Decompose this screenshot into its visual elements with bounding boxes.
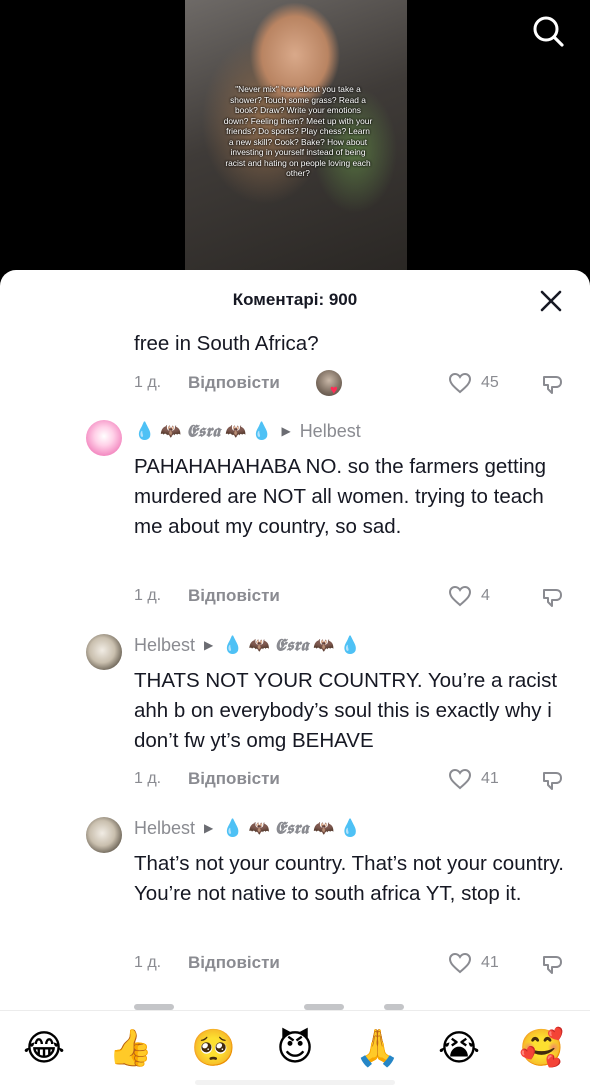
emoji-quick-reply-bar: 😂 👍 🥺 😈 🙏 😭 🥰	[0, 1010, 590, 1091]
creator-liked-avatar	[316, 370, 342, 396]
comment-author-row[interactable]: Helbest ▶ 💧 🦇 𝕰𝖘𝖗𝖆 🦇 💧	[134, 817, 361, 843]
comment-meta: 1 д. Відповісти 4	[134, 583, 574, 611]
avatar[interactable]	[86, 634, 122, 670]
comment-meta: 1 д. Відповісти 41	[134, 766, 574, 794]
comment-text: PAHAHAHAHABA NO. so the farmers getting …	[134, 455, 547, 538]
video-thumbnail[interactable]: "Never mix" how about you take a shower?…	[185, 0, 407, 272]
loudly-crying-emoji-button[interactable]: 😭	[437, 1027, 481, 1071]
comment-time: 1 д.	[134, 587, 162, 604]
comment-author[interactable]: Helbest	[134, 635, 195, 655]
comment-time: 1 д.	[134, 374, 162, 391]
reply-button[interactable]: Відповісти	[188, 769, 280, 789]
comments-header: Коментарі: 900	[0, 288, 590, 314]
heart-icon: ♥	[330, 382, 338, 397]
blood-drop-icon: 💧	[339, 635, 361, 655]
video-caption-overlay: "Never mix" how about you take a shower?…	[223, 84, 373, 178]
avatar[interactable]	[86, 817, 122, 853]
like-count: 41	[481, 954, 499, 971]
bat-icon: 🦇	[313, 635, 335, 655]
pleading-face-emoji-button[interactable]: 🥺	[191, 1027, 236, 1071]
like-count: 45	[481, 374, 499, 391]
like-heart-icon[interactable]	[447, 766, 473, 792]
smiling-devil-emoji-button[interactable]: 😈	[273, 1027, 317, 1071]
bat-icon: 🦇	[225, 421, 247, 441]
bat-icon: 🦇	[248, 818, 270, 838]
blood-drop-icon: 💧	[222, 635, 244, 655]
bat-icon: 🦇	[160, 421, 182, 441]
comment-author-row[interactable]: 💧 🦇 𝕰𝖘𝖗𝖆 🦇 💧 ▶ Helbest	[134, 420, 361, 446]
reply-to-user[interactable]: Helbest	[300, 421, 361, 441]
dislike-icon[interactable]	[540, 951, 566, 977]
comment-meta: 1 д. Відповісти ♥ 45	[134, 370, 574, 398]
reply-arrow-icon: ▶	[281, 424, 291, 439]
reply-arrow-icon: ▶	[204, 638, 214, 653]
comment-author[interactable]: Helbest	[134, 818, 195, 838]
dislike-icon[interactable]	[540, 371, 566, 397]
avatar[interactable]	[86, 420, 122, 456]
comment-author[interactable]: 𝕰𝖘𝖗𝖆	[186, 421, 220, 441]
dislike-icon[interactable]	[540, 767, 566, 793]
dislike-icon[interactable]	[540, 584, 566, 610]
blood-drop-icon: 💧	[251, 421, 273, 441]
like-heart-icon[interactable]	[447, 583, 473, 609]
reply-to-user[interactable]: 𝕰𝖘𝖗𝖆	[275, 635, 309, 655]
comment-text: That’s not your country. That’s not your…	[134, 852, 564, 905]
comment-text: THATS NOT YOUR COUNTRY. You’re a racist …	[134, 669, 558, 752]
reply-to-user[interactable]: 𝕰𝖘𝖗𝖆	[275, 818, 309, 838]
blood-drop-icon: 💧	[222, 818, 244, 838]
blood-drop-icon: 💧	[339, 818, 361, 838]
bat-icon: 🦇	[313, 818, 335, 838]
home-indicator	[195, 1080, 395, 1085]
comment-meta: 1 д. Відповісти 41	[134, 950, 574, 978]
reply-arrow-icon: ▶	[204, 821, 214, 836]
blood-drop-icon: 💧	[134, 421, 156, 441]
comments-count-title: Коментарі: 900	[232, 290, 358, 309]
like-count: 41	[481, 770, 499, 787]
like-heart-icon[interactable]	[447, 370, 473, 396]
comment-text: free in South Africa?	[134, 332, 319, 355]
like-heart-icon[interactable]	[447, 950, 473, 976]
like-count: 4	[481, 587, 490, 604]
comment-author-row[interactable]: Helbest ▶ 💧 🦇 𝕰𝖘𝖗𝖆 🦇 💧	[134, 634, 361, 660]
video-area[interactable]: "Never mix" how about you take a shower?…	[0, 0, 590, 290]
bat-icon: 🦇	[248, 635, 270, 655]
reply-button[interactable]: Відповісти	[188, 373, 280, 393]
tears-of-joy-emoji-button[interactable]: 😂	[22, 1027, 66, 1071]
smiling-hearts-emoji-button[interactable]: 🥰	[519, 1027, 564, 1071]
close-icon[interactable]	[538, 288, 564, 314]
search-icon[interactable]	[530, 14, 566, 50]
thumbs-up-emoji-button[interactable]: 👍	[108, 1027, 153, 1071]
comment-time: 1 д.	[134, 954, 162, 971]
reply-button[interactable]: Відповісти	[188, 953, 280, 973]
reply-button[interactable]: Відповісти	[188, 586, 280, 606]
comment-time: 1 д.	[134, 770, 162, 787]
folded-hands-emoji-button[interactable]: 🙏	[355, 1027, 400, 1071]
